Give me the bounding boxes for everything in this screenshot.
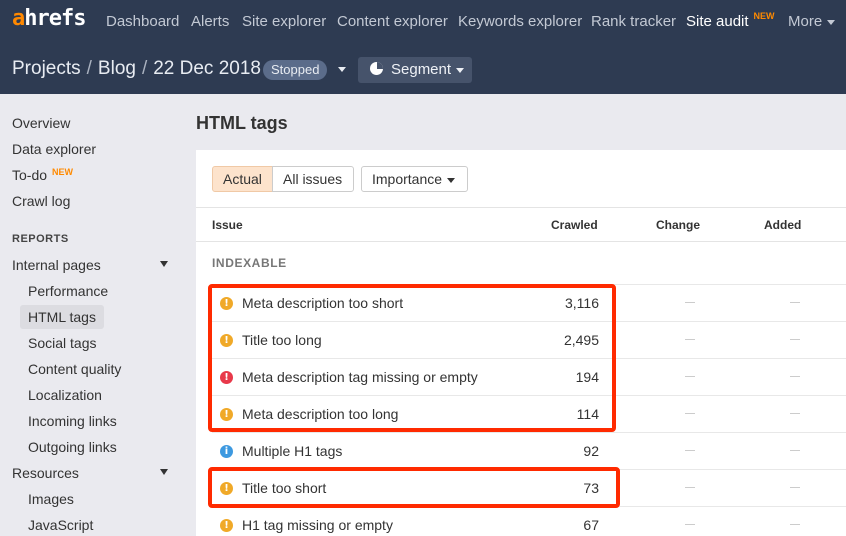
issue-name[interactable]: Meta description too long [242,406,398,422]
segment-button[interactable]: Segment [358,57,472,83]
issue-name[interactable]: Title too short [242,480,326,496]
sidebar-item-incoming-links[interactable]: Incoming links [28,413,117,429]
nav-more-menu[interactable]: More [788,13,836,30]
group-label-indexable: INDEXABLE [212,256,287,270]
crawled-count[interactable]: 3,116 [565,295,599,311]
status-badge: Stopped [263,60,328,80]
column-header-issue[interactable]: Issue [212,218,243,232]
new-badge: NEW [753,11,775,21]
error-icon: ! [220,371,233,384]
column-header-added[interactable]: Added [764,218,801,232]
column-header-change[interactable]: Change [656,218,700,232]
importance-dropdown[interactable]: Importance [361,166,468,192]
sidebar-item-internal-pages[interactable]: Internal pages [12,257,101,273]
crawl-dropdown-toggle[interactable] [333,60,346,80]
change-empty-dash [685,339,695,340]
issue-name[interactable]: Meta description tag missing or empty [242,369,478,385]
filter-all-issues-tab[interactable]: All issues [272,166,354,192]
crawled-count[interactable]: 73 [583,480,599,496]
breadcrumb-projects[interactable]: Projects [12,58,81,79]
pie-chart-icon [370,62,383,75]
change-empty-dash [685,524,695,525]
sidebar-item-images[interactable]: Images [28,491,74,507]
collapse-caret-icon[interactable] [160,261,168,267]
table-row[interactable]: ! H1 tag missing or empty 67 [212,506,846,536]
column-header-crawled[interactable]: Crawled [551,218,598,232]
added-empty-dash [790,413,800,414]
issue-name[interactable]: H1 tag missing or empty [242,517,393,533]
nav-dashboard[interactable]: Dashboard [106,13,179,30]
sidebar-item-overview[interactable]: Overview [12,115,70,131]
sidebar-item-social-tags[interactable]: Social tags [28,335,96,351]
breadcrumb-crawl-date: 22 Dec 2018 [153,58,261,79]
breadcrumb-blog[interactable]: Blog [98,58,136,79]
table-row[interactable]: i Multiple H1 tags 92 [212,432,846,469]
sidebar-item-outgoing-links[interactable]: Outgoing links [28,439,117,455]
change-empty-dash [685,376,695,377]
added-empty-dash [790,339,800,340]
ahrefs-logo[interactable]: ahrefs [12,6,86,31]
top-header: ahrefs Dashboard Alerts Site explorer Co… [0,0,846,94]
added-empty-dash [790,487,800,488]
sidebar-item-performance[interactable]: Performance [28,283,108,299]
nav-site-explorer[interactable]: Site explorer [242,13,326,30]
table-row[interactable]: ! Title too long 2,495 [212,321,846,358]
top-nav: ahrefs Dashboard Alerts Site explorer Co… [0,0,846,44]
sidebar: Overview Data explorer To-do NEW Crawl lo… [0,94,196,536]
nav-rank-tracker[interactable]: Rank tracker [591,13,676,30]
nav-content-explorer[interactable]: Content explorer [337,13,448,30]
breadcrumb: Projects / Blog/22 Dec 2018 [12,58,261,80]
nav-keywords-explorer[interactable]: Keywords explorer [458,13,582,30]
warning-icon: ! [220,334,233,347]
change-empty-dash [685,450,695,451]
warning-icon: ! [220,408,233,421]
issues-panel: Actual All issues Importance Issue Crawl… [196,150,846,536]
sidebar-item-resources[interactable]: Resources [12,465,79,481]
sidebar-item-content-quality[interactable]: Content quality [28,361,121,377]
crawled-count[interactable]: 194 [576,369,599,385]
change-empty-dash [685,302,695,303]
sidebar-item-localization[interactable]: Localization [28,387,102,403]
sidebar-item-to-do[interactable]: To-do NEW [12,167,73,183]
crawled-count[interactable]: 114 [577,406,599,422]
new-badge: NEW [52,167,74,177]
added-empty-dash [790,524,800,525]
issue-name[interactable]: Title too long [242,332,322,348]
change-empty-dash [685,487,695,488]
table-row[interactable]: ! Meta description tag missing or empty 19… [212,358,846,395]
info-icon: i [220,445,233,458]
added-empty-dash [790,376,800,377]
crawled-count[interactable]: 92 [583,443,599,459]
added-empty-dash [790,450,800,451]
warning-icon: ! [220,519,233,532]
change-empty-dash [685,413,695,414]
chevron-down-icon [827,19,836,25]
table-header: Issue Crawled Change Added [196,207,846,242]
table-row[interactable]: ! Meta description too short 3,116 [212,284,846,321]
table-row[interactable]: ! Title too short 73 [212,469,846,506]
nav-alerts[interactable]: Alerts [191,13,229,30]
collapse-caret-icon[interactable] [160,469,168,475]
page-title: HTML tags [196,113,288,133]
issue-name[interactable]: Meta description too short [242,295,403,311]
sidebar-item-crawl-log[interactable]: Crawl log [12,193,70,209]
chevron-down-icon [338,67,346,73]
breadcrumb-separator: / [141,58,148,79]
issue-name[interactable]: Multiple H1 tags [242,443,342,459]
sidebar-item-data-explorer[interactable]: Data explorer [12,141,96,157]
nav-site-audit[interactable]: Site audit NEW [686,11,775,30]
warning-icon: ! [220,297,233,310]
sidebar-item-html-tags[interactable]: HTML tags [20,305,104,329]
added-empty-dash [790,302,800,303]
chevron-down-icon [456,67,465,73]
chevron-down-icon [447,177,456,183]
crawled-count[interactable]: 2,495 [564,332,599,348]
breadcrumb-separator: / [86,58,92,79]
sidebar-item-javascript[interactable]: JavaScript [28,517,93,533]
table-row[interactable]: ! Meta description too long 114 [212,395,846,432]
crawled-count[interactable]: 67 [583,517,599,533]
warning-icon: ! [220,482,233,495]
reports-heading: REPORTS [12,233,69,245]
filter-actual-tab[interactable]: Actual [212,166,273,192]
